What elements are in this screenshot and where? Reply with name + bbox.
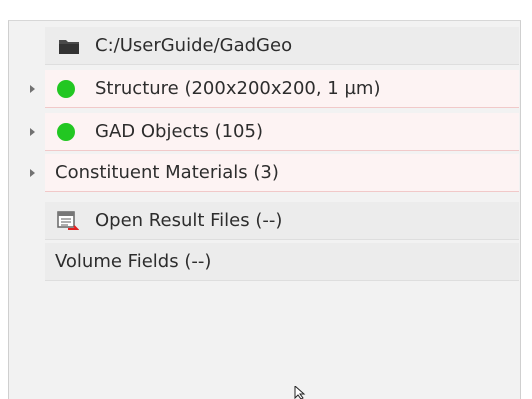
- tree-item-gad-objects[interactable]: GAD Objects (105): [9, 113, 520, 151]
- tree-root-label: C:/UserGuide/GadGeo: [95, 35, 293, 56]
- status-green-dot-icon: [57, 80, 75, 98]
- tree-root-row[interactable]: C:/UserGuide/GadGeo: [9, 27, 520, 65]
- tree-item-structure[interactable]: Structure (200x200x200, 1 µm): [9, 70, 520, 108]
- expand-arrow-icon[interactable]: [30, 128, 35, 136]
- project-tree-panel: C:/UserGuide/GadGeo Structure (200x200x2…: [8, 20, 521, 399]
- tree-item-label: Volume Fields (--): [55, 251, 212, 272]
- expand-arrow-icon[interactable]: [30, 85, 35, 93]
- tree-item-constituent-materials[interactable]: Constituent Materials (3): [9, 154, 520, 192]
- status-green-dot-icon: [57, 123, 75, 141]
- tree-item-volume-fields[interactable]: Volume Fields (--): [9, 243, 520, 281]
- result-files-icon: [57, 211, 79, 230]
- mouse-pointer-icon: [294, 386, 306, 399]
- tree-item-open-result-files[interactable]: Open Result Files (--): [9, 202, 520, 240]
- tree-item-label: GAD Objects (105): [95, 121, 263, 142]
- expand-arrow-icon[interactable]: [30, 169, 35, 177]
- tree-item-label: Constituent Materials (3): [55, 162, 279, 183]
- tree-item-label: Open Result Files (--): [95, 210, 283, 231]
- tree-item-label: Structure (200x200x200, 1 µm): [95, 78, 381, 99]
- folder-icon: [59, 40, 79, 54]
